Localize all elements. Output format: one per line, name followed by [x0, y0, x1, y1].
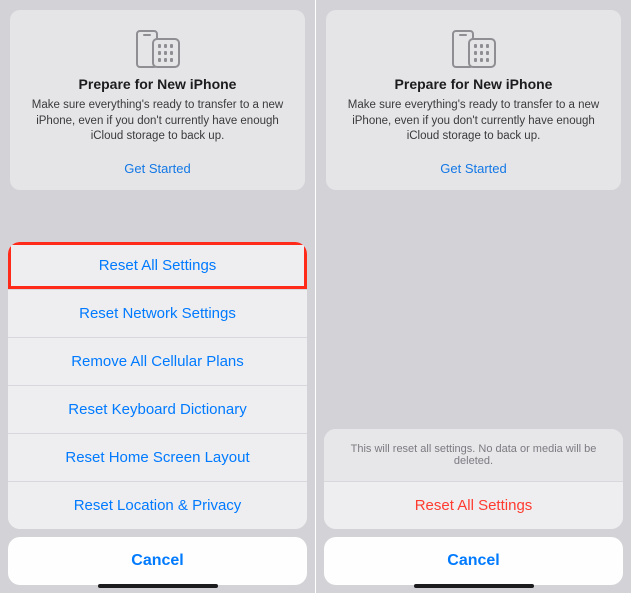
- reset-all-settings-option[interactable]: Reset All Settings: [8, 242, 307, 290]
- reset-options-list: Reset All Settings Reset Network Setting…: [8, 242, 307, 529]
- card-title: Prepare for New iPhone: [338, 76, 609, 92]
- confirm-reset-all-settings-button[interactable]: Reset All Settings: [324, 482, 623, 529]
- card-description: Make sure everything's ready to transfer…: [22, 98, 293, 145]
- transfer-icon: [128, 24, 188, 68]
- cancel-button[interactable]: Cancel: [324, 537, 623, 585]
- transfer-icon: [444, 24, 504, 68]
- card-title: Prepare for New iPhone: [22, 76, 293, 92]
- home-indicator[interactable]: [98, 584, 218, 588]
- reset-location-privacy-option[interactable]: Reset Location & Privacy: [8, 482, 307, 529]
- confirm-action-sheet: This will reset all settings. No data or…: [316, 429, 631, 593]
- prepare-card: Prepare for New iPhone Make sure everyth…: [326, 10, 621, 190]
- reset-keyboard-dictionary-option[interactable]: Reset Keyboard Dictionary: [8, 386, 307, 434]
- remove-cellular-plans-option[interactable]: Remove All Cellular Plans: [8, 338, 307, 386]
- get-started-link[interactable]: Get Started: [338, 157, 609, 178]
- get-started-link[interactable]: Get Started: [22, 157, 293, 178]
- prepare-card: Prepare for New iPhone Make sure everyth…: [10, 10, 305, 190]
- home-indicator[interactable]: [414, 584, 534, 588]
- reset-action-sheet: Reset All Settings Reset Network Setting…: [0, 242, 315, 593]
- card-description: Make sure everything's ready to transfer…: [338, 98, 609, 145]
- cancel-button[interactable]: Cancel: [8, 537, 307, 585]
- reset-home-screen-layout-option[interactable]: Reset Home Screen Layout: [8, 434, 307, 482]
- screen-reset-confirm: Prepare for New iPhone Make sure everyth…: [316, 0, 632, 593]
- confirm-list: This will reset all settings. No data or…: [324, 429, 623, 529]
- confirm-message: This will reset all settings. No data or…: [324, 429, 623, 482]
- screen-reset-options: Prepare for New iPhone Make sure everyth…: [0, 0, 316, 593]
- reset-network-settings-option[interactable]: Reset Network Settings: [8, 290, 307, 338]
